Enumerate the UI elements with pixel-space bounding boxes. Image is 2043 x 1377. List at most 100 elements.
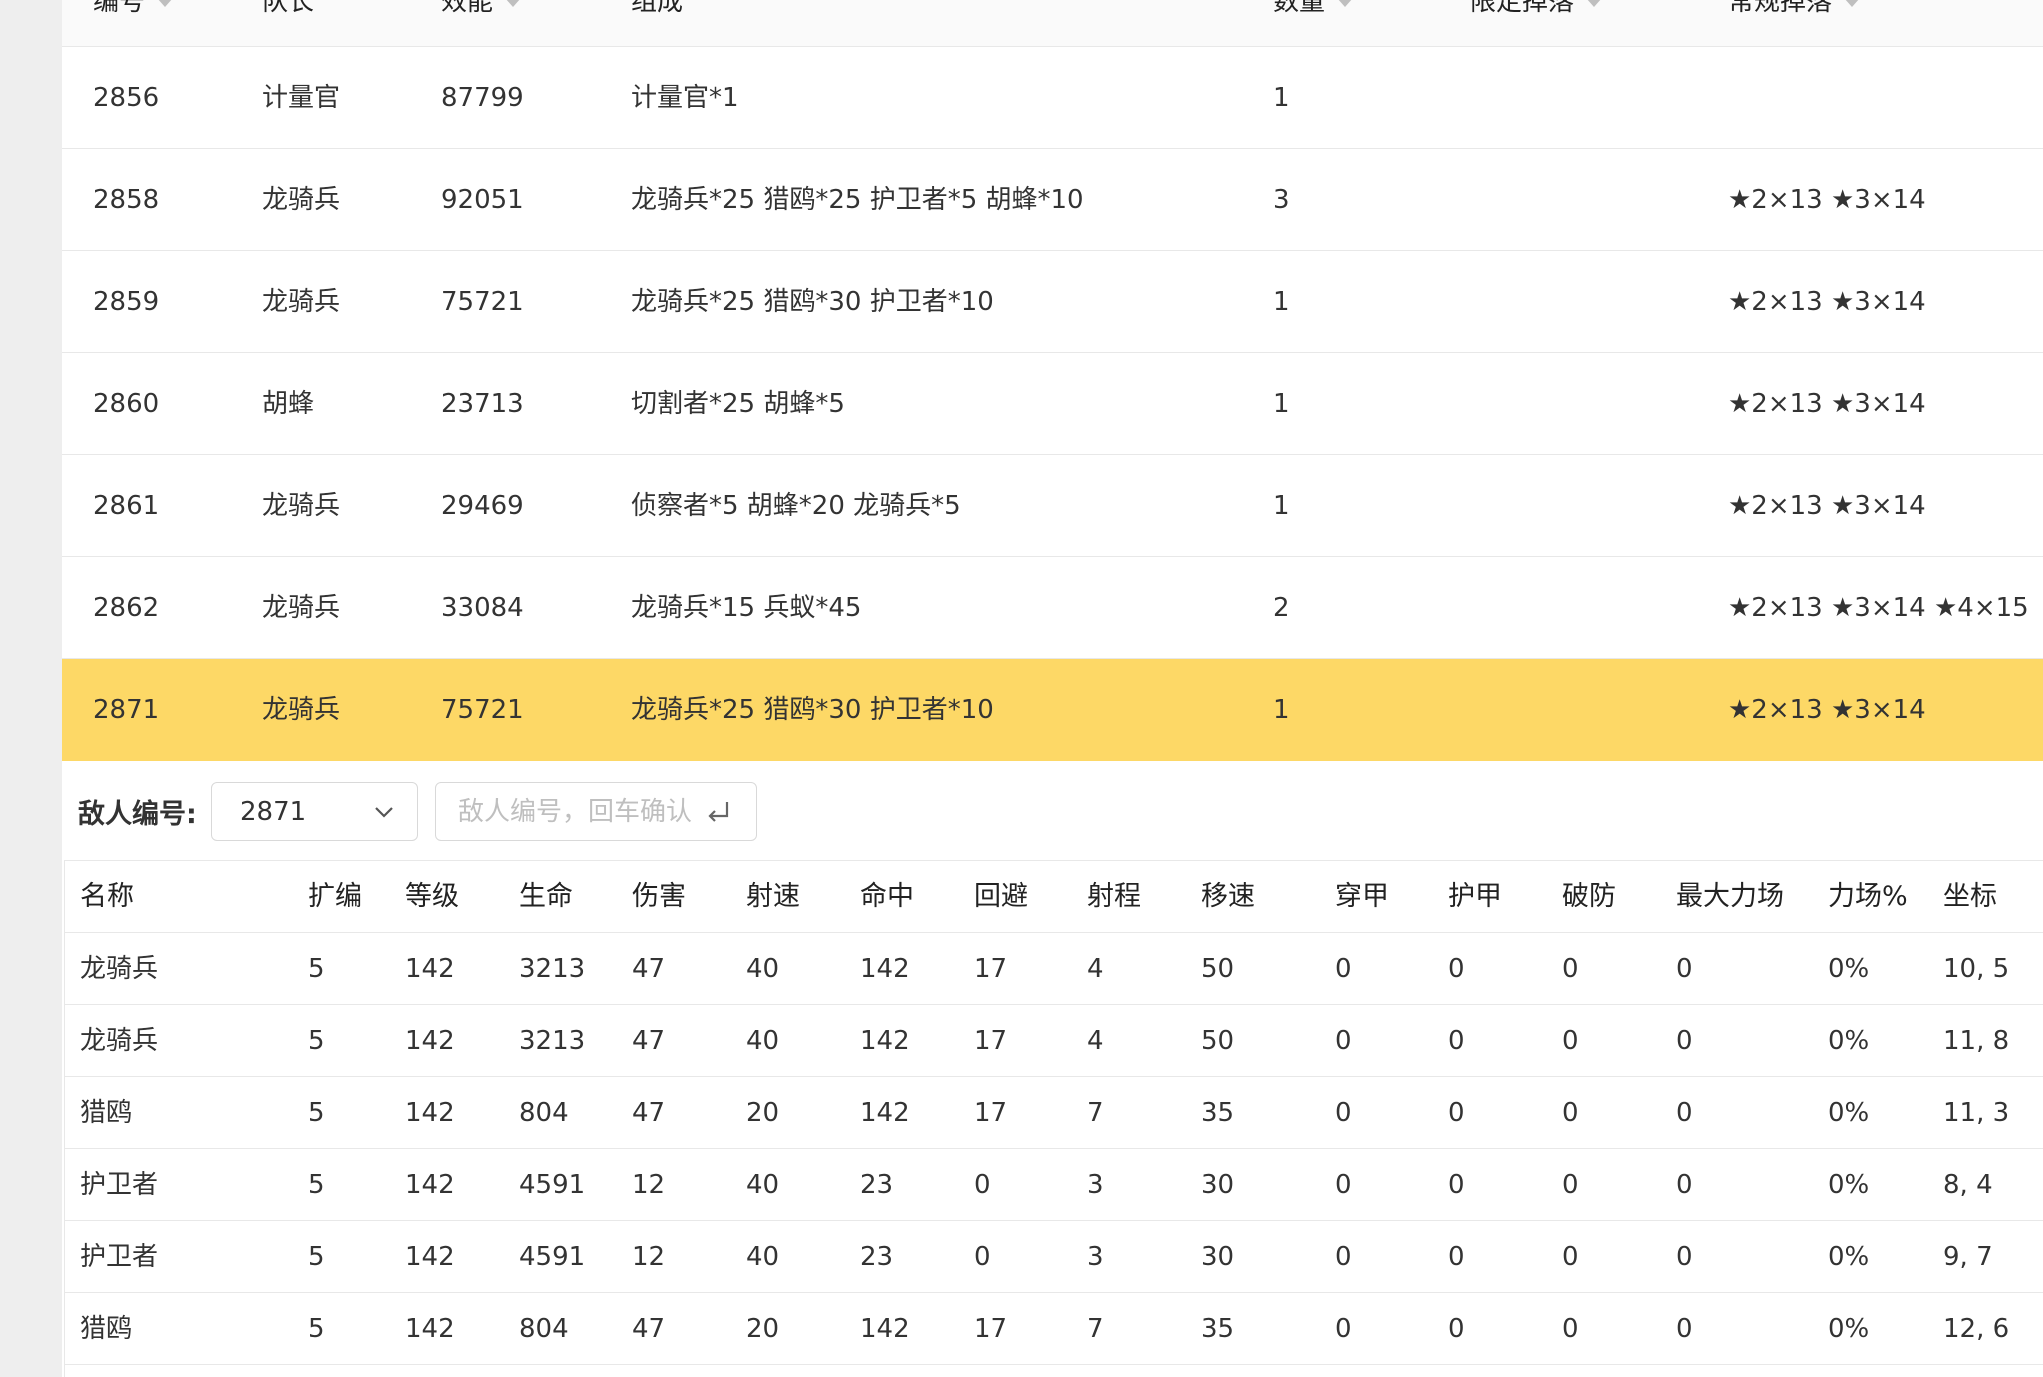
unit-cell: 35 xyxy=(1201,1314,1235,1344)
unit-cell: 8, 4 xyxy=(1943,1170,1993,1200)
column-header-label: 效能 xyxy=(441,0,494,17)
unit-cell: 4591 xyxy=(519,1170,586,1200)
unit-cell: 804 xyxy=(519,1314,569,1344)
enemy-cell-count: 1 xyxy=(1273,83,1290,113)
enemy-column-header[interactable]: 限定掉落 xyxy=(1470,0,1603,22)
sort-caret-icon[interactable] xyxy=(1337,0,1354,7)
unit-column-header: 扩编 xyxy=(308,881,362,912)
unit-cell: 0 xyxy=(1676,1242,1693,1272)
unit-table-row: 龙骑兵 5 142 3213 47 40 142 17 4 50 0 0 0 0 0% 10, 5 xyxy=(65,933,2043,1005)
unit-cell: 0 xyxy=(1448,1242,1465,1272)
unit-cell: 40 xyxy=(746,1170,780,1200)
unit-cell: 0% xyxy=(1828,1098,1870,1128)
unit-cell: 142 xyxy=(405,1026,455,1056)
sort-caret-icon[interactable] xyxy=(1586,0,1603,7)
enemy-table-row[interactable]: 2858 龙骑兵 92051 龙骑兵*25 猎鸥*25 护卫者*5 胡蜂*10 3 ★2×… xyxy=(62,149,2043,251)
unit-column-header: 射速 xyxy=(746,881,800,912)
unit-cell: 17 xyxy=(974,954,1008,984)
enter-key-icon xyxy=(708,802,729,822)
unit-cell: 40 xyxy=(746,1026,780,1056)
unit-cell: 0 xyxy=(1562,954,1579,984)
enemy-cell-normal-drop: ★2×13 ★3×14 xyxy=(1728,491,1926,521)
column-header-label: 常规掉落 xyxy=(1728,0,1833,17)
enemy-table-row[interactable]: 2871 龙骑兵 75721 龙骑兵*25 猎鸥*30 护卫者*10 1 ★2×13 ★3… xyxy=(62,659,2043,761)
unit-cell: 142 xyxy=(860,1026,910,1056)
unit-cell: 3213 xyxy=(519,954,586,984)
enemy-column-header[interactable]: 常规掉落 xyxy=(1728,0,1861,22)
unit-cell: 0 xyxy=(1562,1026,1579,1056)
unit-cell: 护卫者 xyxy=(80,1242,159,1272)
enemy-column-header[interactable]: 编号 xyxy=(93,0,174,22)
enemy-table-row[interactable]: 2860 胡蜂 23713 切割者*25 胡蜂*5 1 ★2×13 ★3×14 xyxy=(62,353,2043,455)
enemy-cell-leader: 计量官 xyxy=(262,83,341,113)
enemy-cell-composition: 龙骑兵*25 猎鸥*30 护卫者*10 xyxy=(631,695,994,725)
unit-column-header: 穿甲 xyxy=(1335,881,1389,912)
enemy-table-row[interactable]: 2861 龙骑兵 29469 侦察者*5 胡蜂*20 龙骑兵*5 1 ★2×13 ★3×1… xyxy=(62,455,2043,557)
enemy-column-header[interactable]: 数量 xyxy=(1273,0,1354,22)
unit-cell: 142 xyxy=(405,1314,455,1344)
unit-cell: 5 xyxy=(308,1098,325,1128)
enemy-cell-id: 2859 xyxy=(93,287,160,317)
unit-cell: 20 xyxy=(746,1098,780,1128)
enemy-cell-normal-drop: ★2×13 ★3×14 xyxy=(1728,695,1926,725)
unit-cell: 12 xyxy=(632,1242,666,1272)
enemy-cell-leader: 龙骑兵 xyxy=(262,695,341,725)
column-header-label: 限定掉落 xyxy=(1470,0,1575,17)
unit-cell: 23 xyxy=(860,1170,894,1200)
unit-cell: 0 xyxy=(1335,954,1352,984)
column-header-label: 编号 xyxy=(93,0,146,17)
enemy-table-row[interactable]: 2859 龙骑兵 75721 龙骑兵*25 猎鸥*30 护卫者*10 1 ★2×13 ★3… xyxy=(62,251,2043,353)
enemy-id-dropdown[interactable]: 2871 xyxy=(211,782,418,841)
sort-caret-icon[interactable] xyxy=(157,0,174,7)
unit-cell: 40 xyxy=(746,954,780,984)
left-side-strip xyxy=(0,0,62,1377)
unit-cell: 804 xyxy=(519,1098,569,1128)
unit-cell: 47 xyxy=(632,1098,666,1128)
enemy-cell-power: 75721 xyxy=(441,287,524,317)
unit-cell: 0 xyxy=(1335,1098,1352,1128)
unit-cell: 0 xyxy=(1676,954,1693,984)
enemy-cell-id: 2871 xyxy=(93,695,160,725)
enemy-cell-power: 33084 xyxy=(441,593,524,623)
unit-cell: 142 xyxy=(405,1170,455,1200)
unit-cell: 9, 7 xyxy=(1943,1242,1993,1272)
unit-cell: 0% xyxy=(1828,1314,1870,1344)
enemy-cell-count: 1 xyxy=(1273,389,1290,419)
enemy-table-row[interactable]: 2862 龙骑兵 33084 龙骑兵*15 兵蚁*45 2 ★2×13 ★3×14 ★4×… xyxy=(62,557,2043,659)
enemy-table-row[interactable]: 2856 计量官 87799 计量官*1 1 xyxy=(62,47,2043,149)
unit-cell: 0% xyxy=(1828,954,1870,984)
unit-cell: 11, 3 xyxy=(1943,1098,2010,1128)
unit-column-header: 回避 xyxy=(974,881,1028,912)
unit-cell: 0 xyxy=(1676,1026,1693,1056)
enemy-column-header: 队长 xyxy=(262,0,314,22)
unit-cell: 0 xyxy=(1335,1026,1352,1056)
unit-column-header: 伤害 xyxy=(632,881,686,912)
sort-caret-icon[interactable] xyxy=(1844,0,1861,7)
unit-cell: 47 xyxy=(632,1314,666,1344)
unit-cell: 0 xyxy=(1448,1026,1465,1056)
enemy-column-header[interactable]: 效能 xyxy=(441,0,522,22)
unit-column-header: 力场% xyxy=(1828,881,1908,912)
unit-cell: 17 xyxy=(974,1314,1008,1344)
unit-detail-table: 名称 扩编 等级 生命 伤害 射速 命中 回避 射程 移速 穿甲 护甲 破防 最大力场 力场% 坐标 龙骑兵 5 1… xyxy=(64,860,2043,1377)
unit-cell: 5 xyxy=(308,954,325,984)
column-header-label: 数量 xyxy=(1273,0,1326,17)
unit-cell: 4 xyxy=(1087,954,1104,984)
unit-cell: 142 xyxy=(405,1242,455,1272)
enemy-cell-count: 1 xyxy=(1273,287,1290,317)
unit-cell: 3 xyxy=(1087,1242,1104,1272)
unit-cell: 7 xyxy=(1087,1098,1104,1128)
enemy-table-header: 编号 队长 效能 组成 数量 限定掉落 常规掉落 xyxy=(62,0,2043,47)
unit-cell: 0 xyxy=(1448,954,1465,984)
unit-cell: 17 xyxy=(974,1026,1008,1056)
sort-caret-icon[interactable] xyxy=(505,0,522,7)
unit-cell: 0% xyxy=(1828,1026,1870,1056)
enemy-cell-composition: 龙骑兵*25 猎鸥*25 护卫者*5 胡蜂*10 xyxy=(631,185,1084,215)
enemy-cell-normal-drop: ★2×13 ★3×14 ★4×15 xyxy=(1728,593,2029,623)
unit-cell: 3213 xyxy=(519,1026,586,1056)
unit-cell: 5 xyxy=(308,1170,325,1200)
unit-cell: 0 xyxy=(1448,1314,1465,1344)
enemy-cell-composition: 侦察者*5 胡蜂*20 龙骑兵*5 xyxy=(631,491,961,521)
enemy-selector-bar: 敌人编号: 2871 xyxy=(62,766,2043,860)
unit-table-row: 猎鸥 5 142 804 47 20 142 17 7 35 0 0 0 0 0% 12, 6 xyxy=(65,1293,2043,1365)
